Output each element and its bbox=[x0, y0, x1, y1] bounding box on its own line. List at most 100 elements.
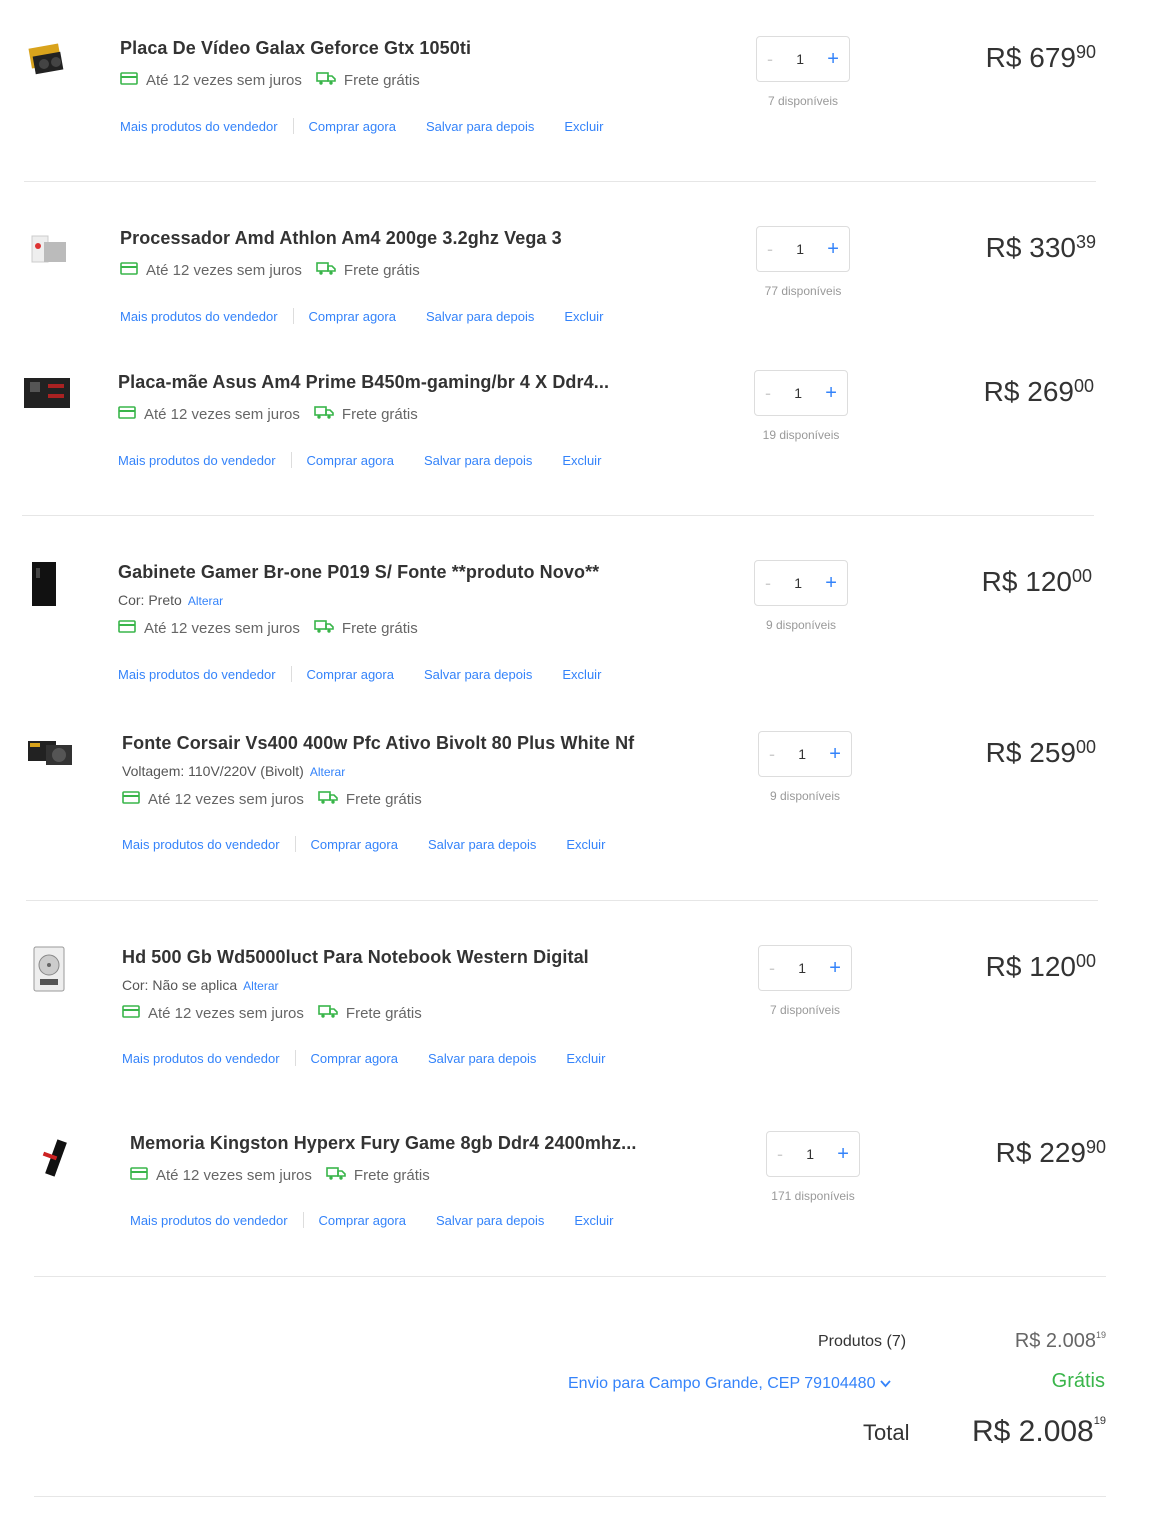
save-for-later-link[interactable]: Salvar para depois bbox=[426, 119, 534, 134]
shipping-destination-label: Envio para Campo Grande, CEP 79104480 bbox=[568, 1375, 876, 1392]
divider bbox=[290, 452, 292, 468]
gpu-image[interactable] bbox=[24, 36, 72, 84]
buy-now-link[interactable]: Comprar agora bbox=[307, 453, 394, 468]
shipping-label: Frete grátis bbox=[341, 405, 418, 423]
buy-now-link[interactable]: Comprar agora bbox=[311, 1051, 398, 1066]
benefits: Até 12 vezes sem juros Frete grátis bbox=[120, 71, 420, 89]
change-variant-link[interactable]: Alterar bbox=[188, 594, 223, 608]
quantity-value[interactable]: 1 bbox=[796, 241, 804, 257]
stock-label: 7 disponíveis bbox=[769, 1003, 841, 1017]
shipping-label: Frete grátis bbox=[341, 619, 418, 637]
case-image[interactable] bbox=[22, 560, 70, 608]
delete-link[interactable]: Excluir bbox=[566, 1051, 605, 1066]
price: R$ 22990 bbox=[996, 1137, 1106, 1169]
save-for-later-link[interactable]: Salvar para depois bbox=[424, 453, 532, 468]
increase-button[interactable]: + bbox=[825, 572, 837, 595]
increase-button[interactable]: + bbox=[827, 48, 839, 71]
truck-icon bbox=[318, 1004, 338, 1022]
product-title[interactable]: Placa De Vídeo Galax Geforce Gtx 1050ti bbox=[120, 38, 471, 59]
cpu-image[interactable] bbox=[24, 226, 72, 274]
benefits: Até 12 vezes sem juros Frete grátis bbox=[118, 619, 418, 637]
increase-button[interactable]: + bbox=[829, 743, 841, 766]
subtotal-cents: 19 bbox=[1095, 1330, 1106, 1340]
more-from-seller-link[interactable]: Mais produtos do vendedor bbox=[122, 837, 280, 852]
truck-icon bbox=[318, 790, 338, 808]
quantity-value[interactable]: 1 bbox=[796, 51, 804, 67]
increase-button[interactable]: + bbox=[837, 1143, 849, 1166]
decrease-button[interactable]: - bbox=[765, 573, 771, 594]
total-label: Total bbox=[863, 1420, 910, 1445]
product-title[interactable]: Gabinete Gamer Br-one P019 S/ Fonte **pr… bbox=[118, 562, 599, 583]
increase-button[interactable]: + bbox=[827, 238, 839, 261]
buy-now-link[interactable]: Comprar agora bbox=[311, 837, 398, 852]
delete-link[interactable]: Excluir bbox=[564, 309, 603, 324]
stock-label: 19 disponíveis bbox=[762, 428, 840, 442]
more-from-seller-link[interactable]: Mais produtos do vendedor bbox=[118, 667, 276, 682]
psu-image[interactable] bbox=[26, 731, 74, 779]
change-variant-link[interactable]: Alterar bbox=[243, 979, 278, 993]
quantity-value[interactable]: 1 bbox=[798, 746, 806, 762]
save-for-later-link[interactable]: Salvar para depois bbox=[426, 309, 534, 324]
stock-label: 9 disponíveis bbox=[765, 618, 837, 632]
delete-link[interactable]: Excluir bbox=[564, 119, 603, 134]
product-title[interactable]: Processador Amd Athlon Am4 200ge 3.2ghz … bbox=[120, 228, 562, 249]
buy-now-link[interactable]: Comprar agora bbox=[319, 1213, 406, 1228]
save-for-later-link[interactable]: Salvar para depois bbox=[436, 1213, 544, 1228]
delete-link[interactable]: Excluir bbox=[562, 667, 601, 682]
products-subtotal: R$ 2.00819 bbox=[1015, 1330, 1106, 1353]
decrease-button[interactable]: - bbox=[767, 49, 773, 70]
divider bbox=[34, 1276, 1106, 1277]
quantity-value[interactable]: 1 bbox=[798, 960, 806, 976]
item-actions: Mais produtos do vendedor Comprar agora … bbox=[120, 308, 603, 324]
save-for-later-link[interactable]: Salvar para depois bbox=[428, 837, 536, 852]
quantity-value[interactable]: 1 bbox=[794, 575, 802, 591]
product-title[interactable]: Fonte Corsair Vs400 400w Pfc Ativo Bivol… bbox=[122, 733, 634, 754]
variant-label: Cor: Preto bbox=[118, 592, 182, 608]
hdd-image[interactable] bbox=[26, 945, 74, 993]
more-from-seller-link[interactable]: Mais produtos do vendedor bbox=[118, 453, 276, 468]
credit-card-icon bbox=[118, 619, 136, 637]
motherboard-image[interactable] bbox=[22, 370, 70, 418]
ram-image[interactable] bbox=[34, 1131, 82, 1179]
buy-now-link[interactable]: Comprar agora bbox=[309, 119, 396, 134]
price-integer: R$ 679 bbox=[985, 42, 1076, 73]
decrease-button[interactable]: - bbox=[765, 383, 771, 404]
delete-link[interactable]: Excluir bbox=[566, 837, 605, 852]
variant: Cor: Preto Alterar bbox=[118, 592, 223, 608]
product-title[interactable]: Hd 500 Gb Wd5000luct Para Notebook Weste… bbox=[122, 947, 589, 968]
price: R$ 12000 bbox=[982, 566, 1092, 598]
decrease-button[interactable]: - bbox=[777, 1144, 783, 1165]
more-from-seller-link[interactable]: Mais produtos do vendedor bbox=[130, 1213, 288, 1228]
divider bbox=[26, 900, 1098, 901]
save-for-later-link[interactable]: Salvar para depois bbox=[428, 1051, 536, 1066]
delete-link[interactable]: Excluir bbox=[562, 453, 601, 468]
increase-button[interactable]: + bbox=[825, 382, 837, 405]
decrease-button[interactable]: - bbox=[769, 744, 775, 765]
save-for-later-link[interactable]: Salvar para depois bbox=[424, 667, 532, 682]
price: R$ 33039 bbox=[986, 232, 1096, 264]
quantity-stepper: - 1 + bbox=[756, 226, 850, 272]
buy-now-link[interactable]: Comprar agora bbox=[307, 667, 394, 682]
quantity-value[interactable]: 1 bbox=[794, 385, 802, 401]
product-title[interactable]: Memoria Kingston Hyperx Fury Game 8gb Dd… bbox=[130, 1133, 636, 1154]
credit-card-icon bbox=[120, 261, 138, 279]
decrease-button[interactable]: - bbox=[767, 239, 773, 260]
quantity-value[interactable]: 1 bbox=[806, 1146, 814, 1162]
more-from-seller-link[interactable]: Mais produtos do vendedor bbox=[122, 1051, 280, 1066]
buy-now-link[interactable]: Comprar agora bbox=[309, 309, 396, 324]
more-from-seller-link[interactable]: Mais produtos do vendedor bbox=[120, 119, 278, 134]
shipping-destination-link[interactable]: Envio para Campo Grande, CEP 79104480 bbox=[568, 1375, 892, 1393]
decrease-button[interactable]: - bbox=[769, 958, 775, 979]
price-integer: R$ 269 bbox=[983, 376, 1074, 407]
more-from-seller-link[interactable]: Mais produtos do vendedor bbox=[120, 309, 278, 324]
credit-card-icon bbox=[118, 405, 136, 423]
truck-icon bbox=[314, 619, 334, 637]
shipping-cost: Grátis bbox=[1051, 1370, 1105, 1392]
divider bbox=[302, 1212, 304, 1228]
cart-item: Memoria Kingston Hyperx Fury Game 8gb Dd… bbox=[34, 1131, 1114, 1271]
increase-button[interactable]: + bbox=[829, 957, 841, 980]
product-title[interactable]: Placa-mãe Asus Am4 Prime B450m-gaming/br… bbox=[118, 372, 609, 393]
change-variant-link[interactable]: Alterar bbox=[310, 765, 345, 779]
item-actions: Mais produtos do vendedor Comprar agora … bbox=[118, 452, 601, 468]
delete-link[interactable]: Excluir bbox=[574, 1213, 613, 1228]
